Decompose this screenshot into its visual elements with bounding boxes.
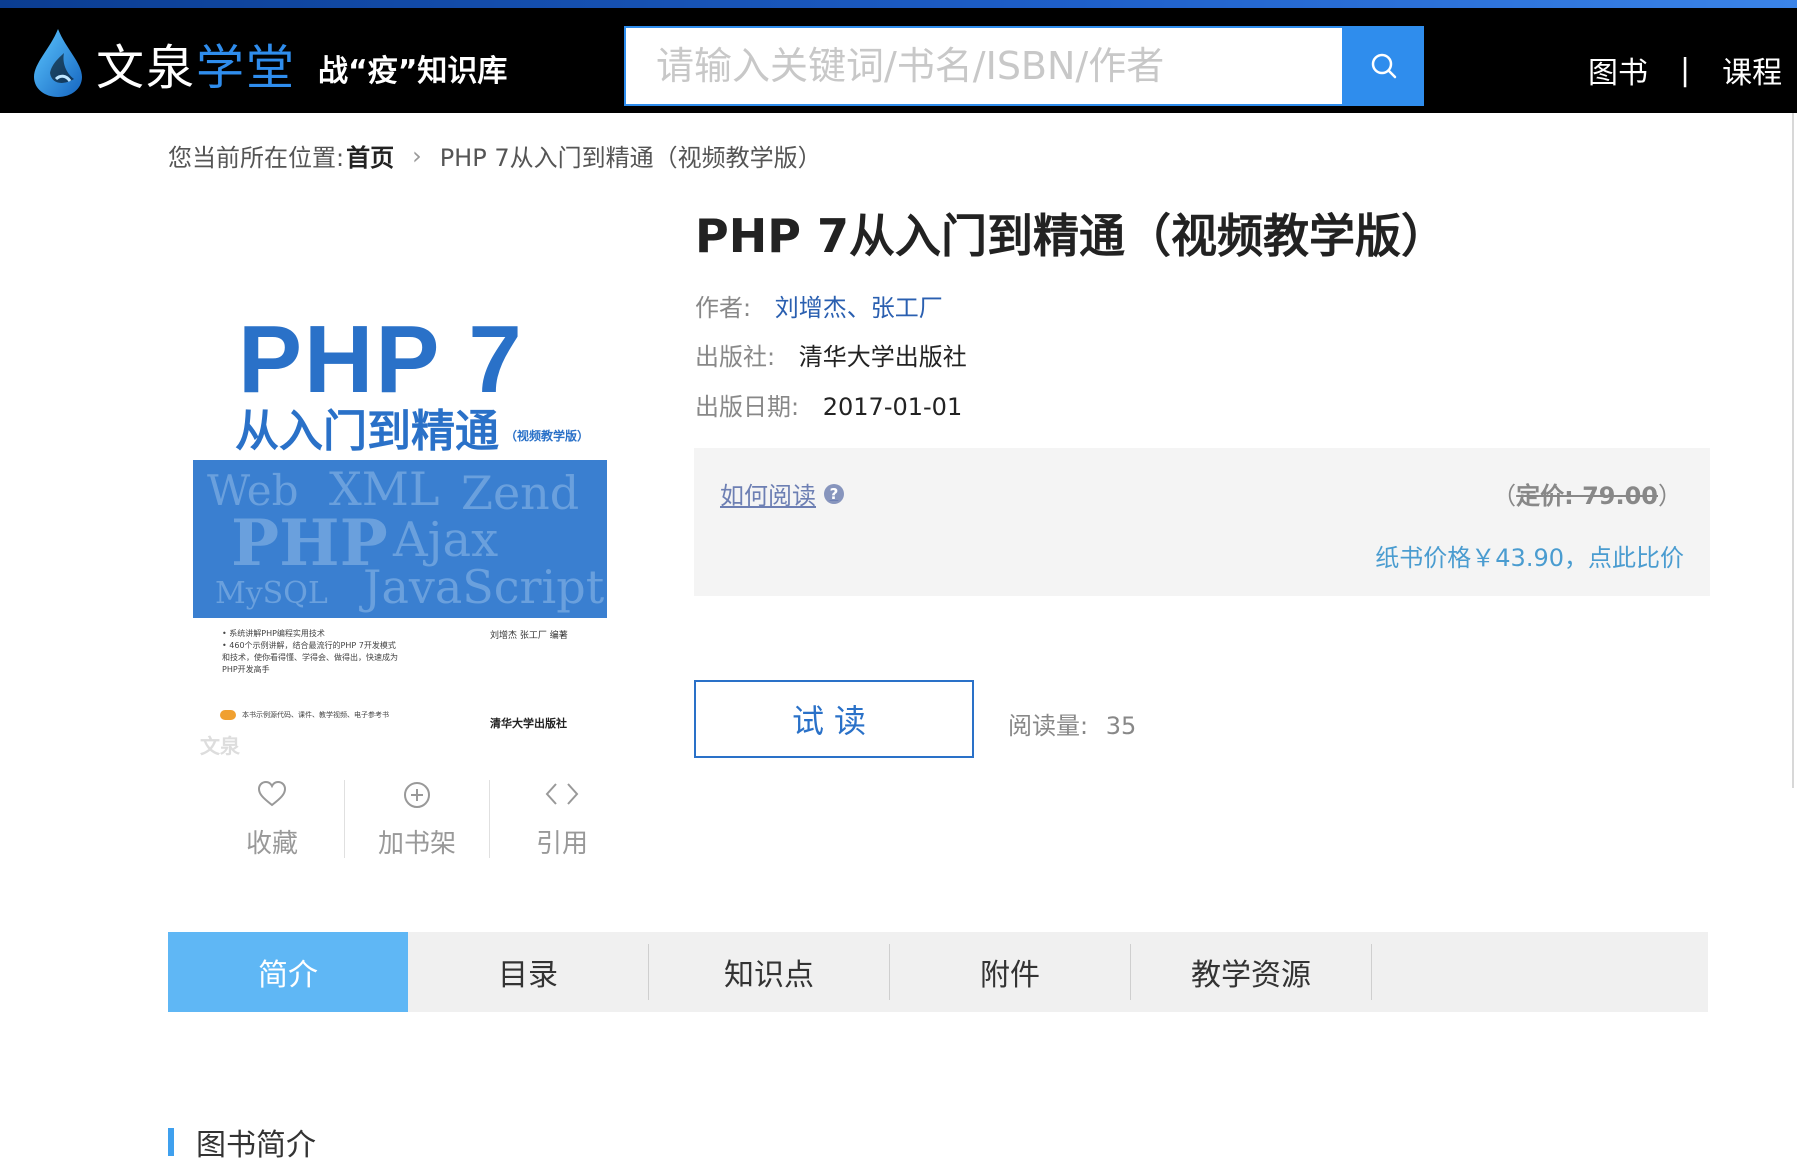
tab-divider [1371, 944, 1372, 1000]
cite-label: 引用 [535, 829, 588, 859]
cover-footnote: 本书示例源代码、课件、教学视频、电子参考书 [220, 710, 389, 720]
meta-date-row: 出版日期: 2017-01-01 [695, 387, 962, 422]
meta-publisher-row: 出版社: 清华大学出版社 [695, 337, 967, 372]
book-cover: PHP 7 从入门到精通 （视频教学版） Web XML Zend PHP Aja… [190, 290, 610, 760]
cover-title-sub-text: 从入门到精通 [235, 406, 499, 457]
cover-bullets: • 系统讲解PHP编程实用技术 • 460个示例讲解，结合最流行的PHP 7开发… [222, 628, 402, 676]
cover-watermark-logo: 文泉 [200, 734, 240, 758]
water-drop-logo-icon [34, 29, 82, 97]
read-count-label: 阅读量: [1008, 712, 1089, 740]
cover-title-sub: 从入门到精通 （视频教学版） [235, 395, 589, 459]
section-accent-bar [168, 1128, 174, 1156]
cover-author: 刘增杰 张工厂 编著 [490, 631, 568, 641]
try-read-button[interactable]: 试读 [694, 680, 974, 758]
tab-teaching-resources[interactable]: 教学资源 [1131, 932, 1371, 1012]
detail-tabs: 简介 目录 知识点 附件 教学资源 [168, 932, 1708, 1012]
how-to-read-label: 如何阅读 [720, 482, 816, 510]
code-brackets-icon [545, 783, 579, 805]
heart-icon [257, 780, 287, 807]
how-to-read-link[interactable]: 如何阅读 ? [720, 476, 844, 511]
cover-watermark-word: MySQL [215, 576, 328, 611]
logo-text-accent: 学堂 [196, 40, 297, 96]
cover-footnote-text: 本书示例源代码、课件、教学视频、电子参考书 [242, 711, 389, 719]
publisher-label: 出版社: [695, 343, 776, 371]
read-count-value: 35 [1105, 712, 1137, 740]
cover-bullet: • 460个示例讲解，结合最流行的PHP 7开发模式和技术，使你看得懂、学得会、… [222, 641, 398, 674]
cover-blue-band: Web XML Zend PHP Ajax MySQL JavaScript [193, 460, 607, 618]
author-link[interactable]: 刘增杰、张工厂 [775, 294, 943, 322]
top-nav: 图书 | 课程 [1588, 48, 1782, 92]
section-title: 图书简介 [196, 1128, 316, 1163]
nav-separator: | [1680, 52, 1691, 88]
breadcrumb-prefix: 您当前所在位置: [168, 144, 345, 172]
author-label: 作者: [695, 294, 752, 322]
favorite-label: 收藏 [245, 829, 298, 859]
add-to-shelf-button[interactable]: 加书架 [345, 780, 489, 860]
cover-edition: （视频教学版） [505, 429, 590, 443]
list-price-open: （ [1492, 482, 1517, 510]
breadcrumb-current: PHP 7从入门到精通（视频教学版） [439, 144, 822, 172]
tab-toc[interactable]: 目录 [408, 932, 648, 1012]
cover-watermark-word: JavaScript [363, 560, 605, 614]
logo-text-main: 文泉 [96, 40, 197, 96]
nav-courses[interactable]: 课程 [1722, 48, 1782, 92]
book-title: PHP 7从入门到精通（视频教学版） [695, 209, 1447, 263]
book-actions: 收藏 加书架 引用 [200, 780, 640, 860]
search-box [624, 26, 1344, 106]
favorite-button[interactable]: 收藏 [200, 780, 344, 860]
price-box: 如何阅读 ? （定价: 79.00） 纸书价格￥43.90，点此比价 [694, 448, 1710, 596]
tab-knowledge-points[interactable]: 知识点 [649, 932, 889, 1012]
chevron-right-icon: › [412, 141, 422, 170]
add-to-shelf-label: 加书架 [377, 829, 456, 859]
paper-price-compare-link[interactable]: 纸书价格￥43.90，点此比价 [1375, 538, 1684, 573]
meta-author-row: 作者: 刘增杰、张工厂 [695, 288, 943, 323]
tab-intro[interactable]: 简介 [168, 932, 408, 1012]
date-value: 2017-01-01 [822, 393, 963, 421]
breadcrumb: 您当前所在位置: 首页 › PHP 7从入门到精通（视频教学版） [168, 138, 822, 173]
question-icon: ? [824, 483, 844, 504]
section-heading: 图书简介 [168, 1120, 316, 1163]
tab-attachments[interactable]: 附件 [890, 932, 1130, 1012]
search-icon [1371, 53, 1397, 79]
search-button[interactable] [1344, 26, 1424, 106]
publisher-value: 清华大学出版社 [798, 343, 967, 371]
logo-tagline[interactable]: 战“疫”知识库 [318, 46, 507, 90]
list-price-value: 定价: 79.00 [1516, 482, 1658, 510]
site-logo[interactable]: 文泉 学堂 [30, 28, 296, 98]
breadcrumb-home-link[interactable]: 首页 [346, 138, 394, 173]
site-header: 文泉 学堂 战“疫”知识库 图书 | 课程 [0, 8, 1797, 113]
list-price-close: ） [1658, 482, 1682, 510]
read-count: 阅读量: 35 [1008, 706, 1136, 741]
cloud-icon [220, 710, 236, 720]
scrollbar-edge[interactable] [1792, 113, 1794, 788]
search-input[interactable] [626, 28, 1342, 104]
cover-publisher: 清华大学出版社 [490, 717, 567, 730]
list-price: （定价: 79.00） [1492, 476, 1682, 511]
nav-books[interactable]: 图书 [1588, 48, 1648, 92]
date-label: 出版日期: [695, 393, 800, 421]
cite-button[interactable]: 引用 [490, 780, 634, 860]
cover-bullet: • 系统讲解PHP编程实用技术 [222, 629, 325, 638]
plus-circle-icon [404, 782, 430, 808]
top-accent-strip [0, 0, 1797, 8]
